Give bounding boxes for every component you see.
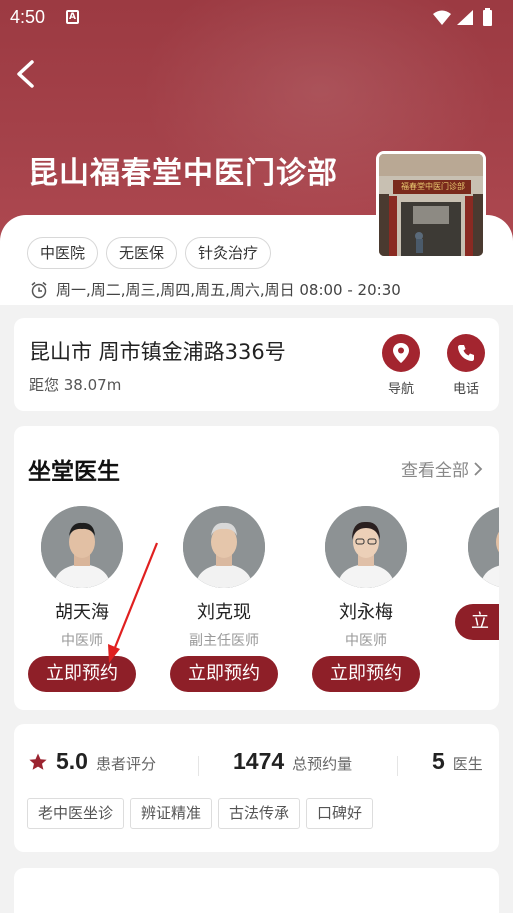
doctors-card: 坐堂医生 查看全部 胡天海 中医师 立即预约 刘克现 副主任医师 立即预约 刘永… (14, 426, 499, 710)
book-now-button[interactable]: 立即预约 (28, 656, 136, 692)
clinic-sign-text: 福春堂中医门诊部 (401, 182, 465, 191)
doctor-avatar (468, 506, 499, 588)
rating-stat: 5.0 患者评分 (28, 748, 156, 775)
phone-label: 电话 (452, 382, 479, 397)
clinic-photo[interactable]: 福春堂中医门诊部 (376, 151, 486, 259)
doctor-item[interactable]: 刘永梅 中医师 立即预约 (311, 506, 421, 692)
chevron-right-icon (474, 461, 483, 476)
book-now-button[interactable]: 立即预约 (312, 656, 420, 692)
opening-hours: 周一,周二,周三,周四,周五,周六,周日 08:00 - 20:30 (30, 279, 401, 300)
doctors-count-stat: 5 医生 (432, 748, 483, 775)
battery-icon (483, 8, 492, 26)
appointments-stat: 1474 总预约量 (233, 748, 352, 775)
doctor-item[interactable]: 胡天海 中医师 立即预约 (27, 506, 137, 692)
stats-card: 5.0 患者评分 1474 总预约量 5 医生 老中医坐诊 辨证精准 古法传承 … (14, 724, 499, 852)
see-all-link[interactable]: 查看全部 (401, 456, 483, 481)
location-pin-icon (393, 343, 409, 363)
doctor-name: 刘永梅 (339, 602, 393, 623)
feature-tags: 老中医坐诊 辨证精准 古法传承 口碑好 (27, 798, 374, 829)
star-icon (29, 753, 47, 770)
status-icons (431, 8, 501, 33)
status-bar: 4:50 A (0, 0, 513, 36)
phone-button[interactable]: 电话 (446, 334, 486, 397)
doctor-title: 中医师 (61, 633, 103, 649)
wifi-icon (433, 10, 451, 25)
feature-tag: 老中医坐诊 (27, 798, 125, 829)
doctors-section-title: 坐堂医生 (28, 459, 120, 485)
back-arrow-icon (17, 60, 34, 88)
doctor-item[interactable]: 刘克现 副主任医师 立即预约 (169, 506, 279, 692)
feature-tag: 古法传承 (218, 798, 301, 829)
navigation-label: 导航 (387, 382, 414, 397)
clock-icon (31, 281, 47, 298)
tag: 针灸治疗 (185, 237, 272, 269)
status-time: 4:50 (10, 7, 46, 27)
feature-tag: 辨证精准 (130, 798, 213, 829)
clinic-tags: 中医院 无医保 针灸治疗 (27, 237, 272, 269)
doctor-name: 胡天海 (55, 602, 109, 623)
feature-tag: 口碑好 (306, 798, 374, 829)
doctor-name: 刘克现 (197, 602, 251, 623)
notification-icon: A (66, 10, 79, 24)
divider (198, 756, 199, 776)
doctor-title: 中医师 (345, 633, 387, 649)
back-button[interactable] (10, 54, 46, 94)
book-now-button[interactable]: 立即预约 (170, 656, 278, 692)
tag: 无医保 (106, 237, 178, 269)
doctor-avatar (41, 506, 123, 588)
rating-value: 5.0 (56, 748, 88, 774)
doctor-item[interactable]: 立 (454, 506, 499, 640)
hours-text: 周一,周二,周三,周四,周五,周六,周日 08:00 - 20:30 (56, 281, 401, 299)
distance-text: 距您 38.07m (29, 376, 122, 394)
appointments-label: 总预约量 (292, 755, 353, 773)
appointments-value: 1474 (233, 748, 285, 774)
tag: 中医院 (27, 237, 99, 269)
doctor-avatar (325, 506, 407, 588)
page-title: 昆山福春堂中医门诊部 (28, 156, 338, 191)
doctor-title: 副主任医师 (189, 633, 259, 649)
doctors-count-label: 医生 (452, 755, 483, 773)
navigation-button[interactable]: 导航 (381, 334, 421, 397)
divider (397, 756, 398, 776)
signal-icon (457, 10, 473, 25)
phone-icon (458, 345, 474, 361)
doctor-avatar (183, 506, 265, 588)
doctors-count-value: 5 (432, 748, 445, 774)
next-card (14, 868, 499, 913)
see-all-label: 查看全部 (401, 461, 469, 481)
address-card: 昆山市 周市镇金浦路336号 距您 38.07m 导航 电话 (14, 318, 499, 411)
address-text: 昆山市 周市镇金浦路336号 (29, 340, 286, 364)
rating-label: 患者评分 (95, 755, 156, 773)
book-now-button[interactable]: 立 (455, 604, 499, 640)
